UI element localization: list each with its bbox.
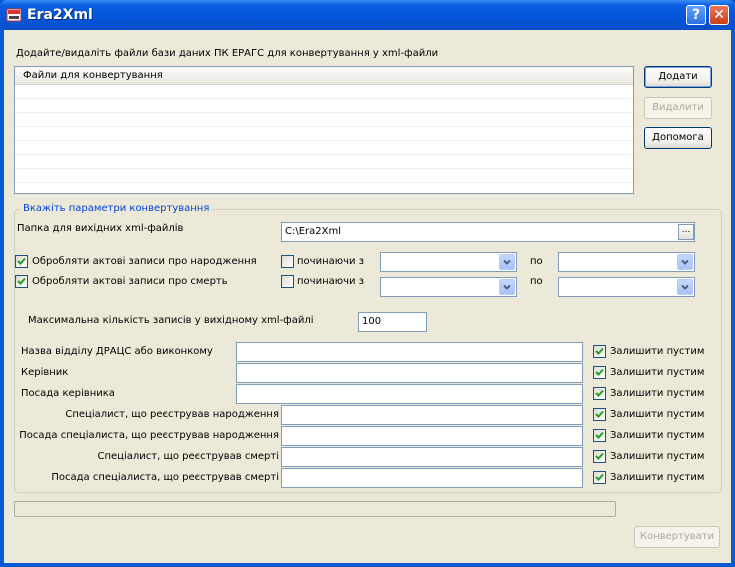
leave-empty-checkbox[interactable] — [593, 471, 606, 484]
help-icon: ? — [691, 7, 701, 23]
leave-empty-label: Залишити пустим — [610, 430, 705, 441]
leave-empty-label: Залишити пустим — [610, 367, 705, 378]
deaths-from-label: починаючи з — [297, 276, 365, 287]
checkmark-icon — [595, 368, 604, 376]
ellipsis-icon: ... — [681, 225, 691, 235]
list-item — [15, 155, 633, 169]
instructions-label: Додайте/видаліть файли бази даних ПК ЕРА… — [16, 48, 439, 59]
files-column-header-label: Файли для конвертування — [23, 70, 163, 81]
leave-empty-checkbox[interactable] — [593, 387, 606, 400]
deaths-from-checkbox[interactable] — [281, 275, 294, 288]
output-folder-value: C:\Era2Xml — [285, 226, 342, 237]
chevron-down-icon[interactable] — [499, 254, 515, 270]
leave-empty-checkbox[interactable] — [593, 450, 606, 463]
app-window: Era2Xml ? ✕ Додайте/видаліть файли бази … — [0, 0, 735, 567]
leave-empty-label: Залишити пустим — [610, 388, 705, 399]
list-item — [15, 169, 633, 183]
title-bar[interactable]: Era2Xml ? ✕ — [0, 0, 735, 30]
files-listview[interactable]: Файли для конвертування — [14, 66, 634, 197]
field-input[interactable] — [236, 384, 583, 404]
field-input[interactable] — [281, 426, 583, 446]
chevron-down-icon[interactable] — [499, 279, 515, 295]
leave-empty-label: Залишити пустим — [610, 346, 705, 357]
deaths-to-label: по — [530, 276, 543, 287]
checkmark-icon — [595, 389, 604, 397]
add-button[interactable]: Додати — [644, 66, 712, 88]
checkmark-icon — [595, 473, 604, 481]
deaths-to-select[interactable] — [558, 277, 695, 297]
max-records-field[interactable]: 100 — [358, 312, 427, 332]
leave-empty-checkbox[interactable] — [593, 366, 606, 379]
field-label: Спеціалист, що реєстрував народження — [65, 409, 279, 420]
leave-empty-checkbox[interactable] — [593, 345, 606, 358]
field-label: Посада спеціалиста, що реєстрував народж… — [19, 430, 279, 441]
field-label: Керівник — [21, 367, 69, 378]
field-input[interactable] — [281, 405, 583, 425]
births-checkbox[interactable] — [15, 255, 28, 268]
help-button[interactable]: Допомога — [644, 127, 712, 149]
max-records-label: Максимальна кількість записів у вихідном… — [28, 315, 314, 326]
checkmark-icon — [17, 277, 26, 285]
checkmark-icon — [595, 452, 604, 460]
births-to-label: по — [530, 256, 543, 267]
births-from-label: починаючи з — [297, 256, 365, 267]
field-label: Спеціалист, що реєстрував смерті — [97, 451, 280, 462]
convert-button[interactable]: Конвертувати — [634, 526, 720, 548]
field-input[interactable] — [281, 447, 583, 467]
files-column-header[interactable]: Файли для конвертування — [15, 67, 633, 85]
deaths-checkbox[interactable] — [15, 275, 28, 288]
output-folder-field[interactable]: C:\Era2Xml — [281, 222, 695, 242]
field-label: Посада керівника — [21, 388, 115, 399]
remove-button[interactable]: Видалити — [644, 97, 712, 119]
list-item — [15, 183, 633, 197]
app-icon — [6, 7, 22, 23]
checkmark-icon — [17, 257, 26, 265]
field-input[interactable] — [236, 342, 583, 362]
progress-bar — [14, 501, 616, 517]
leave-empty-checkbox[interactable] — [593, 429, 606, 442]
chevron-down-icon[interactable] — [677, 279, 693, 295]
births-to-select[interactable] — [558, 252, 695, 272]
dialog-body: Додайте/видаліть файли бази даних ПК ЕРА… — [4, 30, 731, 563]
list-item — [15, 85, 633, 99]
births-label: Обробляти актові записи про народження — [32, 256, 257, 267]
window-title: Era2Xml — [27, 7, 93, 23]
field-input[interactable] — [281, 468, 583, 488]
deaths-from-select[interactable] — [380, 277, 517, 297]
field-input[interactable] — [236, 363, 583, 383]
leave-empty-label: Залишити пустим — [610, 451, 705, 462]
max-records-value: 100 — [362, 316, 382, 327]
checkmark-icon — [595, 431, 604, 439]
output-folder-label: Папка для вихідних xml-файлів — [17, 223, 184, 234]
births-from-checkbox[interactable] — [281, 255, 294, 268]
births-from-select[interactable] — [380, 252, 517, 272]
params-group-title: Вкажіть параметри конвертування — [20, 203, 213, 215]
close-button[interactable]: ✕ — [709, 5, 729, 25]
checkmark-icon — [595, 410, 604, 418]
field-label: Посада спеціалиста, що реєстрував смерті — [51, 472, 279, 483]
list-item — [15, 127, 633, 141]
list-item — [15, 99, 633, 113]
field-label: Назва відділу ДРАЦС або виконкому — [21, 346, 213, 357]
deaths-label: Обробляти актові записи про смерть — [32, 276, 228, 287]
list-item — [15, 141, 633, 155]
list-item — [15, 113, 633, 127]
leave-empty-label: Залишити пустим — [610, 472, 705, 483]
leave-empty-label: Залишити пустим — [610, 409, 705, 420]
browse-folder-button[interactable]: ... — [678, 224, 694, 240]
help-title-button[interactable]: ? — [686, 5, 706, 25]
close-icon: ✕ — [713, 7, 725, 23]
chevron-down-icon[interactable] — [677, 254, 693, 270]
checkmark-icon — [595, 347, 604, 355]
leave-empty-checkbox[interactable] — [593, 408, 606, 421]
